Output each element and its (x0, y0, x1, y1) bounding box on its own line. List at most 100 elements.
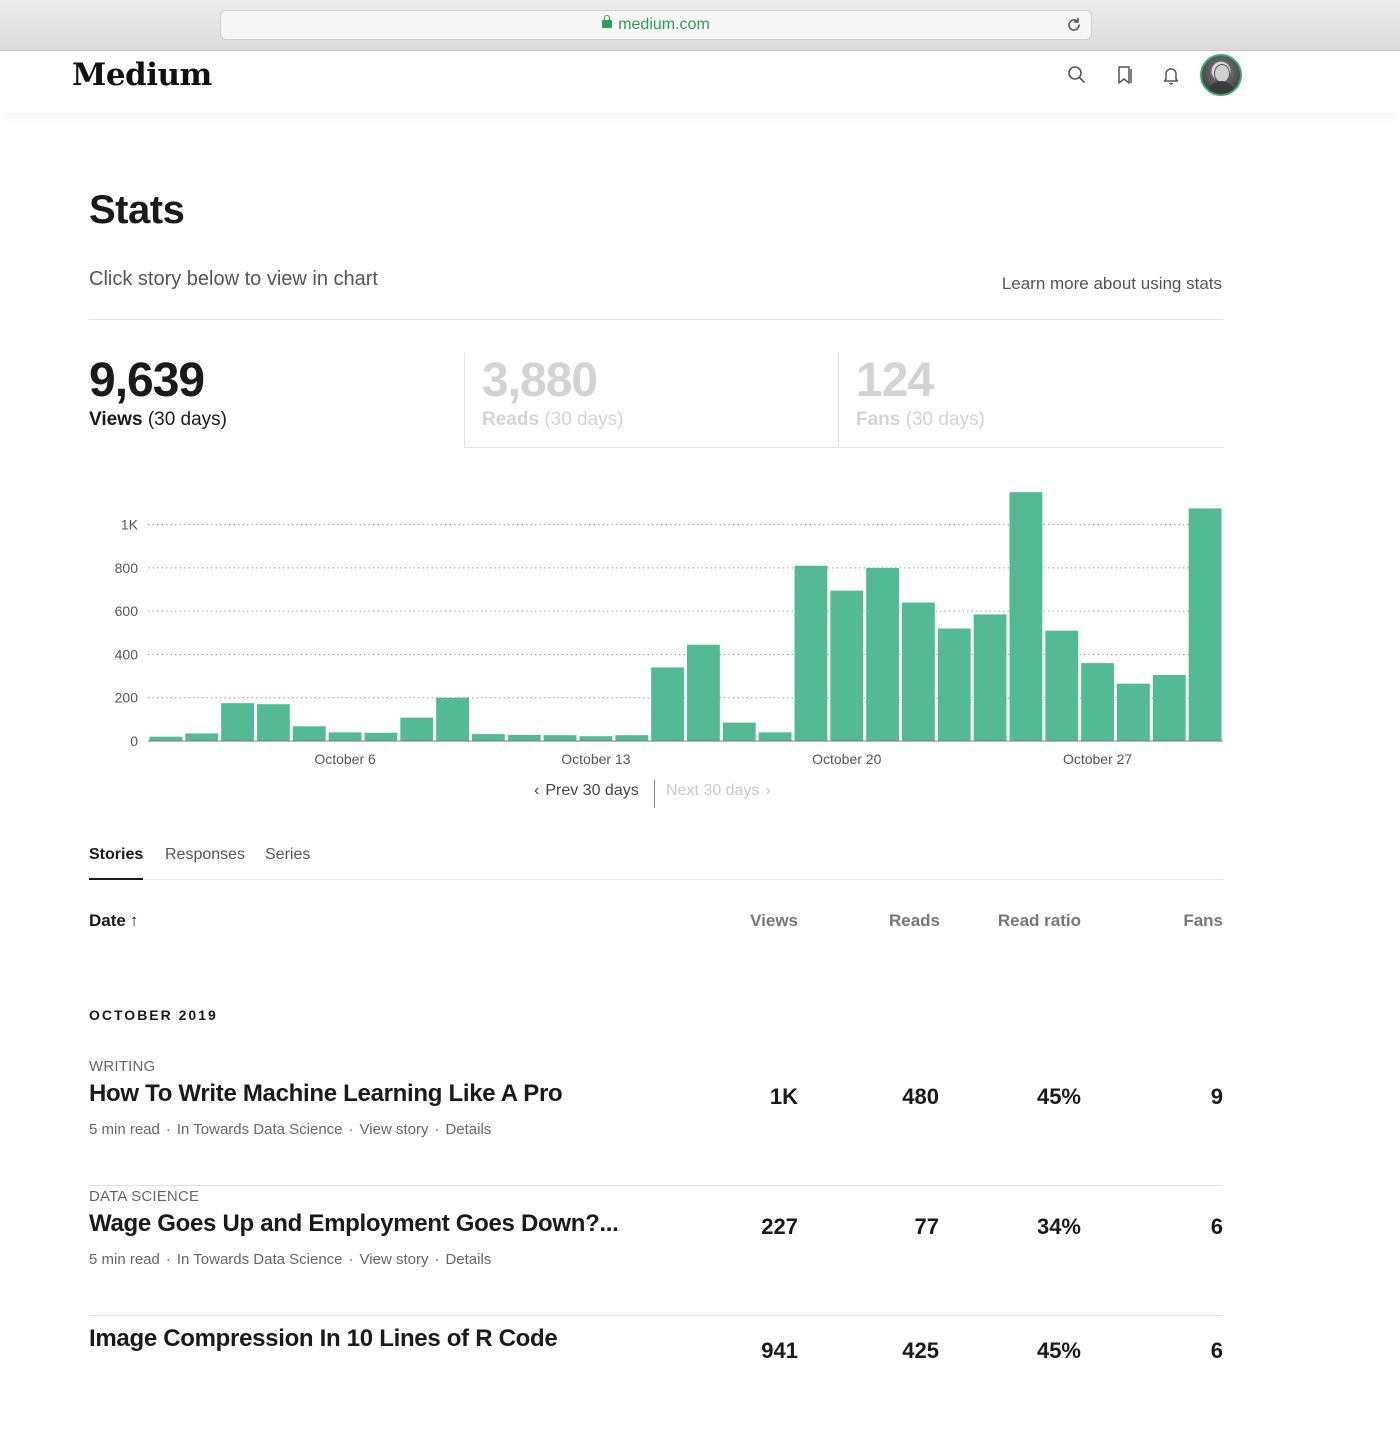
story-fans: 9 (1210, 1084, 1223, 1109)
chart-bar (221, 703, 254, 741)
chart-bar (1117, 683, 1150, 741)
notifications-bell-icon[interactable] (1160, 64, 1182, 86)
story-read-ratio: 45% (1036, 1338, 1081, 1363)
chart-bar (758, 732, 792, 741)
x-tick-label: October 27 (1063, 751, 1132, 767)
prev-label: Prev 30 days (545, 782, 639, 799)
story-reads: 480 (902, 1084, 939, 1109)
x-tick-label: October 13 (561, 751, 630, 767)
fans-label-text: Fans (856, 409, 901, 430)
tab-responses[interactable]: Responses (165, 846, 245, 864)
reads-column-header[interactable]: Reads (820, 911, 940, 931)
chart-bar (185, 733, 219, 741)
row-divider (89, 1185, 1223, 1186)
chart-bar (866, 567, 899, 741)
tab-stories[interactable]: Stories (89, 846, 143, 864)
tab-series[interactable]: Series (265, 846, 310, 864)
separator: · (165, 1121, 171, 1138)
next-30-days-button[interactable]: Next 30 days › (666, 782, 777, 800)
reads-stat-tab[interactable]: 3,880 Reads (30 days) (464, 353, 838, 448)
separator: · (165, 1251, 171, 1268)
separator: · (434, 1121, 440, 1138)
story-read-ratio: 34% (1036, 1214, 1081, 1239)
views-label: Views (30 days) (89, 409, 227, 431)
page-title: Stats (89, 188, 185, 232)
views-period: (30 days) (147, 409, 228, 430)
user-avatar[interactable] (1200, 54, 1242, 96)
arrow-up-icon: ↑ (129, 911, 139, 930)
y-tick-label: 200 (115, 690, 139, 706)
fans-stat-tab[interactable]: 124 Fans (30 days) (838, 353, 1224, 448)
details-link[interactable]: Details (445, 1121, 491, 1138)
chart-bar (472, 734, 505, 741)
learn-more-link[interactable]: Learn more about using stats (1002, 274, 1222, 294)
active-tab-indicator (89, 878, 143, 880)
story-row[interactable]: DATA SCIENCE Wage Goes Up and Employment… (89, 1188, 1223, 1318)
page-subtitle: Click story below to view in chart (89, 268, 378, 290)
views-column-header[interactable]: Views (678, 911, 798, 931)
story-reads: 77 (914, 1214, 939, 1239)
chart-bar (722, 722, 756, 741)
avatar-body (1207, 81, 1235, 94)
lock-icon (602, 15, 613, 28)
next-label: Next 30 days (666, 782, 760, 799)
story-views: 227 (761, 1214, 798, 1239)
separator: · (434, 1251, 440, 1268)
site-header: Medium (0, 51, 1400, 113)
chart-bar (973, 614, 1007, 741)
reads-label: Reads (30 days) (482, 409, 624, 431)
fans-total: 124 (856, 354, 934, 407)
medium-logo[interactable]: Medium (72, 57, 212, 93)
y-tick-label: 800 (115, 560, 139, 576)
views-bar-chart: 0 200 400 600 800 1K October 6 October 13 Octobe… (115, 492, 1223, 767)
y-tick-label: 400 (115, 646, 139, 662)
story-row[interactable]: WRITING How To Write Machine Learning Li… (89, 1058, 1223, 1188)
view-story-link[interactable]: View story (360, 1251, 429, 1268)
chart-bar (1009, 492, 1043, 741)
reads-label-text: Reads (482, 409, 540, 430)
story-title[interactable]: Image Compression In 10 Lines of R Code (89, 1325, 558, 1353)
chart-bar (579, 736, 613, 741)
chart-bar (400, 717, 434, 741)
prev-30-days-button[interactable]: ‹ Prev 30 days (528, 782, 639, 800)
fans-label: Fans (30 days) (856, 409, 985, 431)
chart-bar (651, 667, 684, 741)
chart-bar (937, 628, 971, 741)
story-title[interactable]: How To Write Machine Learning Like A Pro (89, 1080, 563, 1108)
date-sort-header[interactable]: Date ↑ (89, 911, 138, 931)
story-reads: 425 (902, 1338, 939, 1363)
chevron-left-icon: ‹ (534, 782, 540, 799)
reload-icon[interactable] (1065, 16, 1083, 34)
browser-toolbar: medium.com (0, 0, 1400, 51)
pager-divider (654, 780, 655, 808)
publication-link[interactable]: In Towards Data Science (177, 1121, 343, 1138)
chart-bar (257, 704, 290, 741)
chart-bar (149, 736, 183, 741)
address-bar[interactable]: medium.com (220, 10, 1092, 40)
chart-bar (328, 732, 362, 741)
story-views: 1K (769, 1084, 798, 1109)
story-row[interactable]: Image Compression In 10 Lines of R Code … (89, 1310, 1223, 1440)
details-link[interactable]: Details (445, 1251, 491, 1268)
url-text: medium.com (618, 16, 710, 33)
story-category: DATA SCIENCE (89, 1188, 200, 1205)
chart-bar (543, 735, 577, 741)
reads-total: 3,880 (482, 354, 598, 407)
view-story-link[interactable]: View story (360, 1121, 429, 1138)
fans-column-header[interactable]: Fans (1103, 911, 1223, 931)
x-tick-label: October 6 (314, 751, 376, 767)
bookmarks-icon[interactable] (1114, 64, 1136, 86)
chart-bar (292, 726, 326, 741)
read-ratio-column-header[interactable]: Read ratio (961, 911, 1081, 931)
chart-bar (436, 697, 469, 741)
y-tick-label: 600 (115, 603, 139, 619)
chart-bar (1081, 663, 1114, 741)
story-title[interactable]: Wage Goes Up and Employment Goes Down?..… (89, 1210, 619, 1238)
divider (89, 319, 1223, 320)
y-tick-label: 0 (130, 733, 138, 749)
chart-bar (902, 602, 935, 741)
publication-link[interactable]: In Towards Data Science (177, 1251, 343, 1268)
story-views: 941 (761, 1338, 798, 1363)
search-icon[interactable] (1066, 64, 1088, 86)
views-stat-tab[interactable]: 9,639 Views (30 days) (89, 353, 449, 447)
